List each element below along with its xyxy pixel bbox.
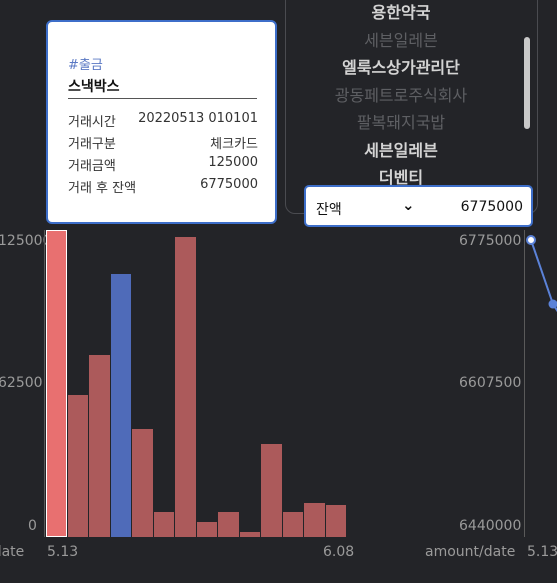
line-chart[interactable] <box>0 0 557 583</box>
line-point[interactable] <box>526 235 536 245</box>
balance-line <box>530 239 557 313</box>
line-point[interactable] <box>548 299 557 309</box>
